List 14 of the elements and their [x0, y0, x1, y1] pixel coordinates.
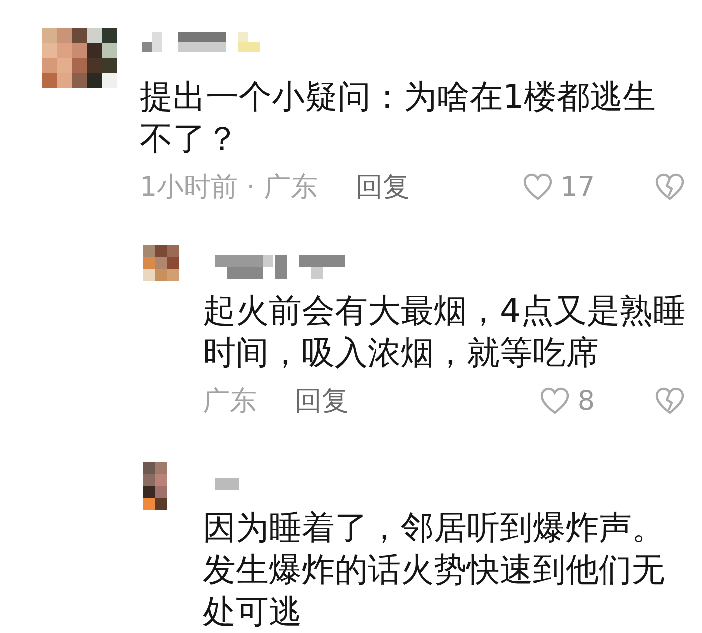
like-count: 8: [578, 386, 595, 416]
heart-icon[interactable]: [540, 387, 570, 415]
heart-icon[interactable]: [522, 173, 553, 201]
reply-button[interactable]: 回复: [356, 169, 410, 205]
comment-text: 因为睡着了，邻居听到爆炸声。发生爆炸的话火势快速到他们无处可逃: [203, 507, 666, 633]
blurred-name-drawing: [215, 478, 239, 490]
reply-button[interactable]: 回复: [295, 383, 349, 419]
like-count: 17: [560, 172, 595, 202]
broken-heart-icon[interactable]: [655, 387, 685, 415]
comment-meta: 广东: [203, 385, 257, 419]
broken-heart-icon[interactable]: [655, 173, 685, 201]
comment-meta: 1小时前 · 广东: [140, 171, 318, 205]
comment-text: 提出一个小疑问：为啥在1楼都逃生不了？: [140, 76, 657, 160]
comment-text: 起火前会有大最烟，4点又是熟睡时间，吸入浓烟，就等吃席: [203, 290, 687, 374]
